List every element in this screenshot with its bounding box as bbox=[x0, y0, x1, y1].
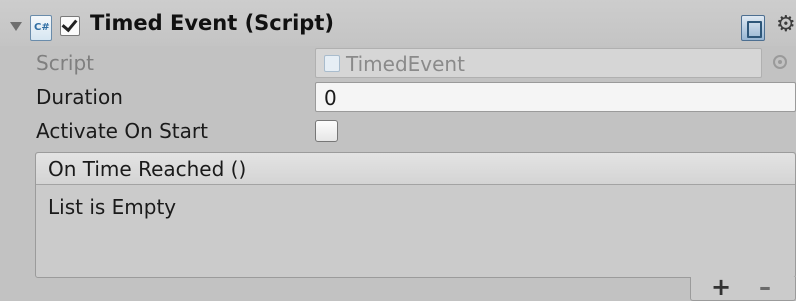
on-time-reached-event: On Time Reached () List is Empty bbox=[35, 152, 796, 278]
inspector-panel: Timed Event (Script) ⚙ Script TimedEvent… bbox=[0, 0, 796, 301]
activate-on-start-row: Activate On Start bbox=[0, 114, 796, 148]
script-value: TimedEvent bbox=[346, 52, 465, 76]
script-row: Script TimedEvent bbox=[0, 46, 796, 80]
script-label: Script bbox=[36, 51, 95, 75]
duration-label: Duration bbox=[36, 85, 123, 109]
duration-row: Duration 0 bbox=[0, 80, 796, 114]
event-list-footer: + – bbox=[690, 275, 796, 301]
event-header: On Time Reached () bbox=[36, 153, 795, 185]
add-listener-button[interactable]: + bbox=[709, 275, 733, 299]
duration-value: 0 bbox=[324, 86, 337, 110]
foldout-arrow-icon[interactable] bbox=[10, 22, 22, 31]
component-header[interactable]: Timed Event (Script) ⚙ bbox=[0, 0, 796, 46]
component-title: Timed Event (Script) bbox=[90, 11, 334, 35]
help-book-icon[interactable] bbox=[741, 15, 765, 41]
event-header-label: On Time Reached () bbox=[48, 157, 247, 181]
gear-icon[interactable]: ⚙ bbox=[776, 14, 796, 36]
csharp-script-icon bbox=[30, 15, 52, 41]
script-field: TimedEvent bbox=[315, 48, 762, 78]
activate-on-start-checkbox[interactable] bbox=[315, 120, 338, 142]
activate-on-start-label: Activate On Start bbox=[36, 119, 208, 143]
script-file-icon bbox=[324, 55, 340, 72]
checkmark-icon bbox=[61, 15, 78, 33]
event-empty-text: List is Empty bbox=[48, 195, 177, 219]
object-picker-icon[interactable] bbox=[773, 55, 787, 69]
remove-listener-button[interactable]: – bbox=[753, 275, 777, 299]
duration-input[interactable]: 0 bbox=[315, 82, 796, 112]
component-enabled-checkbox[interactable] bbox=[60, 15, 80, 36]
